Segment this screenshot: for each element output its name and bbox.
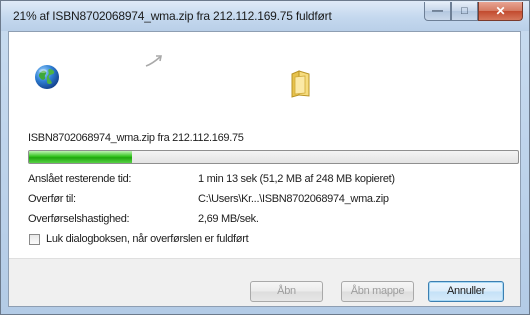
time-remaining-value: 1 min 13 sek (51,2 MB af 248 MB kopieret… <box>198 173 395 185</box>
close-when-done-checkbox[interactable] <box>29 233 40 245</box>
folder-icon <box>291 70 310 98</box>
caption-buttons: — □ ✕ <box>424 2 523 22</box>
window-title: 21% af ISBN8702068974_wma.zip fra 212.11… <box>13 9 332 23</box>
maximize-button[interactable]: □ <box>451 2 478 21</box>
minimize-button[interactable]: — <box>424 2 451 21</box>
transfer-rate-label: Overførselshastighed: <box>28 213 130 225</box>
title-bar[interactable]: 21% af ISBN8702068974_wma.zip fra 212.11… <box>1 1 529 31</box>
close-when-done-label[interactable]: Luk dialogboksen, når overførslen er ful… <box>46 233 249 245</box>
close-button[interactable]: ✕ <box>478 2 523 21</box>
destination-value: C:\Users\Kr...\ISBN8702068974_wma.zip <box>198 193 389 205</box>
globe-icon <box>35 65 59 89</box>
transfer-rate-value: 2,69 MB/sek. <box>198 213 259 225</box>
download-dialog: 21% af ISBN8702068974_wma.zip fra 212.11… <box>0 0 530 315</box>
minimize-icon: — <box>432 4 443 17</box>
transfer-arrow-icon <box>145 55 162 67</box>
close-icon: ✕ <box>495 4 506 18</box>
destination-label: Overfør til: <box>28 193 76 205</box>
open-folder-button[interactable]: Åbn mappe <box>341 281 414 302</box>
progress-bar <box>28 150 519 164</box>
progress-fill <box>29 151 132 163</box>
dialog-content: ISBN8702068974_wma.zip fra 212.112.169.7… <box>8 31 521 307</box>
transfer-source: ISBN8702068974_wma.zip fra 212.112.169.7… <box>28 132 244 144</box>
open-button[interactable]: Åbn <box>250 281 323 302</box>
time-remaining-label: Anslået resterende tid: <box>28 173 132 185</box>
maximize-icon: □ <box>461 4 468 17</box>
close-when-done-option[interactable]: Luk dialogboksen, når overførslen er ful… <box>29 233 249 245</box>
cancel-button[interactable]: Annuller <box>428 281 504 302</box>
